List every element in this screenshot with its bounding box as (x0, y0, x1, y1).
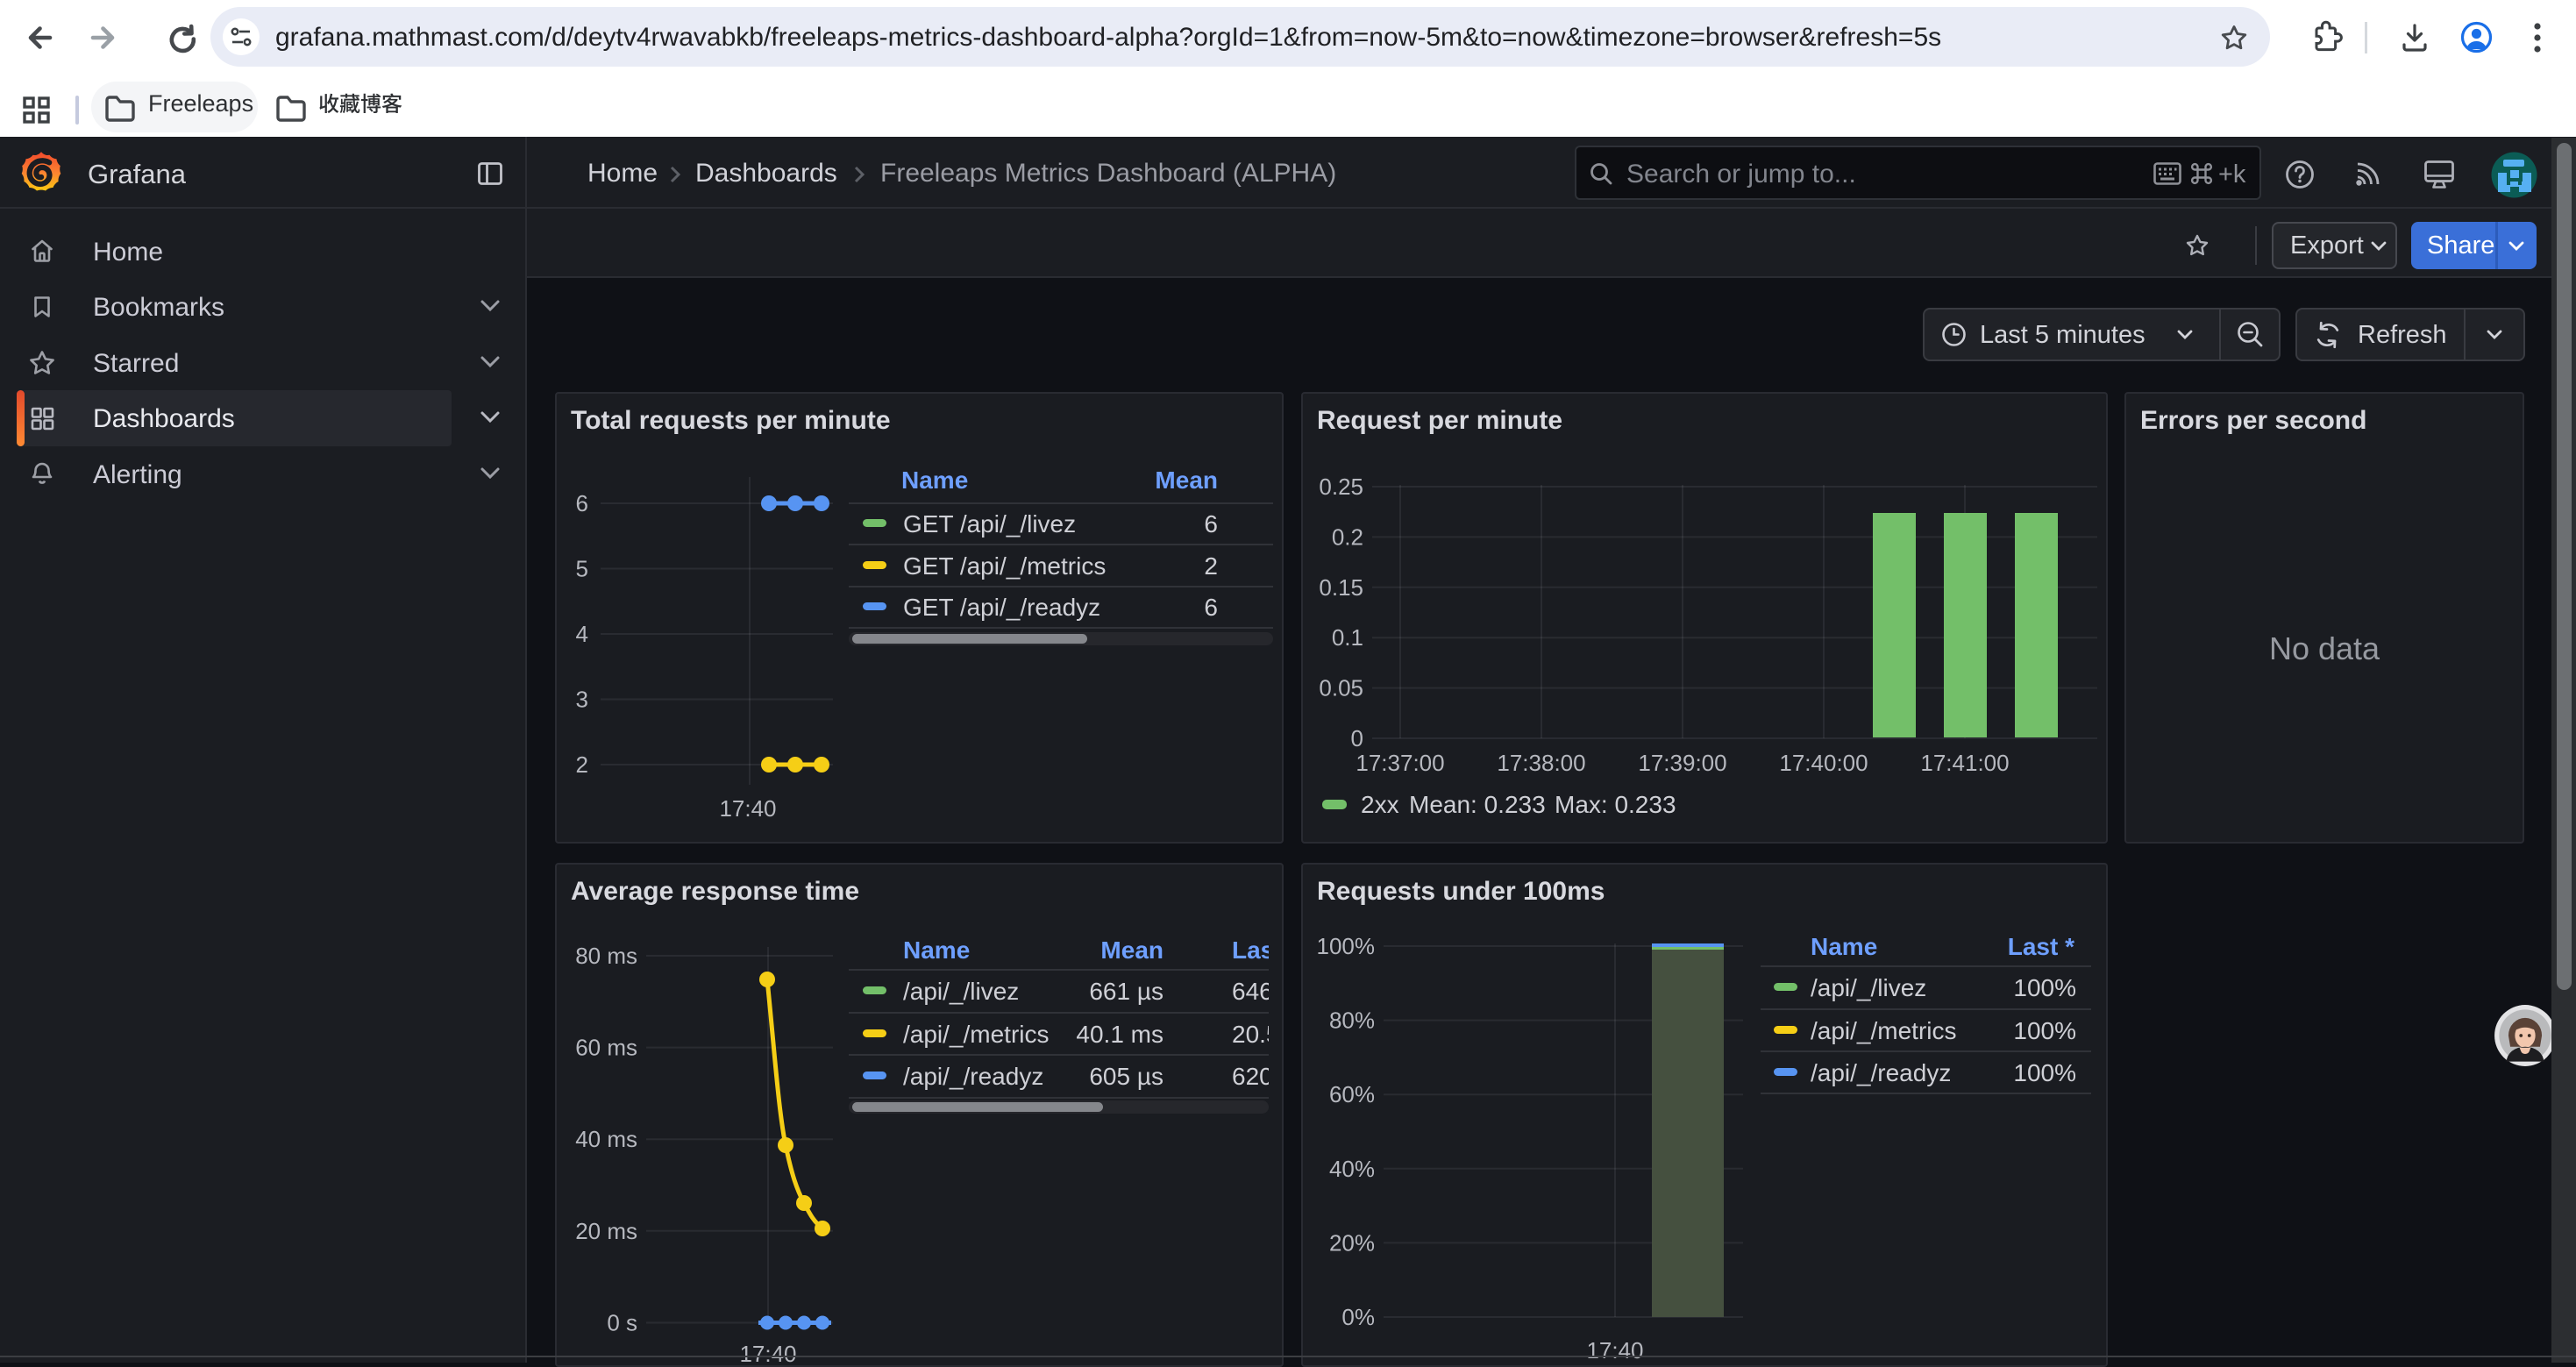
svg-text:17:41:00: 17:41:00 (1920, 750, 2009, 776)
svg-text:0.05: 0.05 (1319, 675, 1363, 701)
svg-text:4: 4 (576, 621, 588, 647)
svg-text:0%: 0% (1341, 1304, 1375, 1330)
svg-text:20%: 20% (1329, 1229, 1375, 1256)
svg-text:0.2: 0.2 (1332, 523, 1363, 550)
svg-text:0.25: 0.25 (1319, 473, 1363, 500)
svg-text:40%: 40% (1329, 1156, 1375, 1182)
svg-text:17:40:00: 17:40:00 (1779, 750, 1868, 776)
svg-text:17:39:00: 17:39:00 (1638, 750, 1726, 776)
svg-text:0.1: 0.1 (1332, 624, 1363, 651)
svg-text:3: 3 (576, 687, 588, 713)
svg-text:17:40: 17:40 (719, 795, 776, 822)
svg-text:0: 0 (1351, 725, 1363, 751)
svg-text:80%: 80% (1329, 1007, 1375, 1034)
svg-text:100%: 100% (1317, 933, 1376, 959)
svg-text:2xx: 2xx (1361, 791, 1399, 818)
svg-text:17:40: 17:40 (1586, 1337, 1643, 1363)
svg-text:60%: 60% (1329, 1081, 1375, 1107)
svg-text:17:40: 17:40 (739, 1341, 796, 1363)
svg-text:80 ms: 80 ms (575, 943, 637, 969)
svg-text:17:38:00: 17:38:00 (1497, 750, 1585, 776)
svg-text:Mean: 0.233: Mean: 0.233 (1409, 791, 1546, 818)
svg-text:17:37:00: 17:37:00 (1356, 750, 1444, 776)
svg-text:2: 2 (576, 751, 588, 778)
svg-text:40 ms: 40 ms (575, 1126, 637, 1152)
svg-text:20 ms: 20 ms (575, 1218, 637, 1244)
svg-text:Max: 0.233: Max: 0.233 (1555, 791, 1676, 818)
svg-text:0 s: 0 s (607, 1310, 637, 1336)
svg-text:0.15: 0.15 (1319, 574, 1363, 601)
svg-text:5: 5 (576, 556, 588, 582)
svg-text:6: 6 (576, 490, 588, 516)
svg-text:60 ms: 60 ms (575, 1035, 637, 1061)
